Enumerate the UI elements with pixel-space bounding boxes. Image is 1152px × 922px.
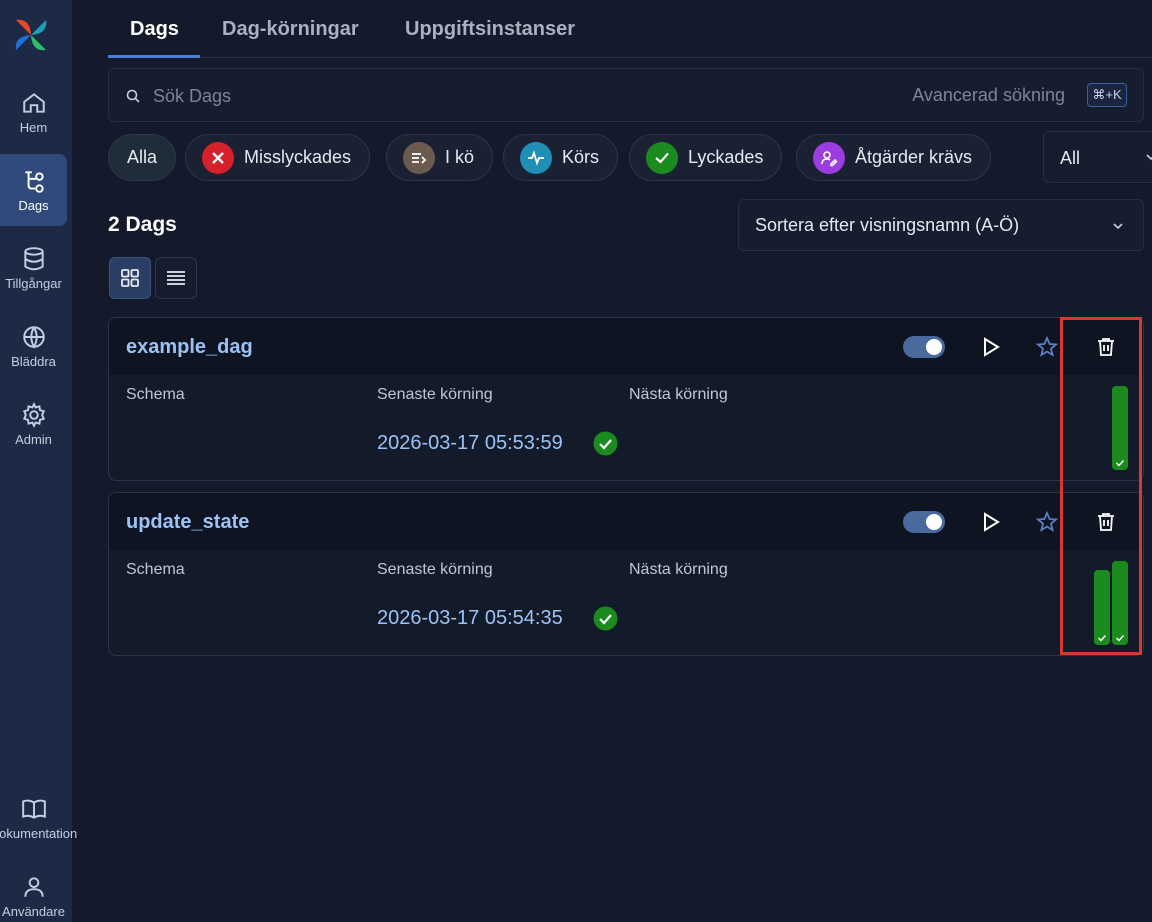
dag-enable-toggle[interactable] bbox=[903, 511, 945, 533]
success-check-icon bbox=[593, 431, 618, 456]
latest-run-label: Senaste körning bbox=[377, 386, 493, 403]
active-tab-indicator bbox=[108, 55, 200, 58]
sidebar-item-docs[interactable]: Dokumentation bbox=[0, 782, 77, 854]
sidebar-item-dags[interactable]: Dags bbox=[0, 154, 67, 226]
filter-label: Körs bbox=[562, 147, 600, 167]
x-icon bbox=[202, 141, 234, 174]
latest-run-link[interactable]: 2026-03-17 05:53:59 bbox=[377, 432, 563, 455]
dag-name-link[interactable]: example_dag bbox=[126, 336, 253, 359]
trash-icon[interactable] bbox=[1094, 510, 1118, 534]
tab-dags[interactable]: Dags bbox=[130, 18, 179, 41]
sort-select[interactable]: Sortera efter visningsnamn (A-Ö) bbox=[738, 199, 1144, 251]
check-icon bbox=[646, 141, 678, 174]
next-run-label: Nästa körning bbox=[629, 386, 728, 403]
trash-icon[interactable] bbox=[1094, 335, 1118, 359]
airflow-logo[interactable] bbox=[8, 12, 54, 58]
dag-card: update_state Schema Senaste körning Näst… bbox=[108, 492, 1144, 656]
user-icon bbox=[23, 876, 44, 897]
filter-label: I kö bbox=[445, 147, 475, 167]
schedule-label: Schema bbox=[126, 561, 185, 578]
check-icon bbox=[1116, 460, 1125, 467]
globe-icon bbox=[22, 325, 45, 349]
list-view-button[interactable] bbox=[155, 257, 197, 299]
home-icon bbox=[22, 92, 45, 113]
sidebar-item-home[interactable]: Hem bbox=[0, 76, 67, 148]
latest-run-link[interactable]: 2026-03-17 05:54:35 bbox=[377, 607, 563, 630]
play-icon[interactable] bbox=[979, 510, 1003, 534]
filter-label: Lyckades bbox=[688, 147, 764, 167]
run-bar[interactable] bbox=[1112, 561, 1128, 645]
filter-action-required[interactable]: Åtgärder krävs bbox=[796, 134, 992, 181]
filter-failed[interactable]: Misslyckades bbox=[185, 134, 371, 181]
star-icon[interactable] bbox=[1035, 510, 1059, 534]
sidebar-item-label: Dokumentation bbox=[0, 825, 78, 841]
latest-run-label: Senaste körning bbox=[377, 561, 493, 578]
sidebar-item-label: Admin bbox=[15, 431, 52, 447]
grid-icon bbox=[121, 269, 139, 287]
sidebar-item-assets[interactable]: Tillgångar bbox=[0, 232, 67, 304]
dag-enable-toggle[interactable] bbox=[903, 336, 945, 358]
filter-all[interactable]: Alla bbox=[108, 134, 177, 181]
chevron-down-icon bbox=[1113, 223, 1123, 230]
filter-label: Åtgärder krävs bbox=[855, 147, 973, 167]
star-icon[interactable] bbox=[1035, 335, 1059, 359]
search-icon bbox=[126, 89, 140, 103]
database-icon bbox=[23, 246, 44, 270]
sidebar-item-label: Dags bbox=[18, 197, 49, 213]
sidebar-item-browse[interactable]: Bläddra bbox=[0, 310, 67, 382]
filter-select[interactable]: All bbox=[1043, 131, 1152, 183]
sidebar-item-label: Användare bbox=[2, 903, 65, 919]
filter-label: Misslyckades bbox=[244, 147, 352, 167]
gear-icon bbox=[22, 401, 45, 428]
filter-label: Alla bbox=[127, 147, 158, 167]
sort-value: Sortera efter visningsnamn (A-Ö) bbox=[755, 215, 1020, 235]
sidebar-item-user[interactable]: Användare bbox=[0, 860, 67, 922]
tab-task-instances[interactable]: Uppgiftsinstanser bbox=[405, 18, 575, 41]
filter-success[interactable]: Lyckades bbox=[629, 134, 783, 181]
sidebar-item-label: Tillgångar bbox=[5, 275, 62, 291]
search-input[interactable] bbox=[153, 81, 753, 111]
shortcut-badge: ⌘+K bbox=[1087, 83, 1127, 107]
filter-select-value: All bbox=[1060, 148, 1081, 168]
check-icon bbox=[1116, 635, 1125, 642]
sidebar: Hem Dags Tillgångar Bläddra Admin Dokume… bbox=[0, 0, 77, 922]
sidebar-item-label: Hem bbox=[19, 119, 48, 135]
queue-icon bbox=[403, 141, 435, 174]
toggle-knob bbox=[926, 339, 942, 355]
dag-name-link[interactable]: update_state bbox=[126, 511, 249, 534]
next-run-label: Nästa körning bbox=[629, 561, 728, 578]
search-bar: Avancerad sökning ⌘+K bbox=[108, 68, 1144, 122]
user-edit-icon bbox=[813, 141, 845, 174]
list-icon bbox=[167, 271, 185, 285]
tab-dag-runs[interactable]: Dag-körningar bbox=[222, 18, 359, 41]
dag-count: 2 Dags bbox=[108, 213, 177, 236]
filter-queued[interactable]: I kö bbox=[386, 134, 494, 181]
check-icon bbox=[1098, 635, 1107, 642]
schedule-label: Schema bbox=[126, 386, 185, 403]
success-check-icon bbox=[593, 606, 618, 631]
pulse-icon bbox=[520, 141, 552, 174]
play-icon[interactable] bbox=[979, 335, 1003, 359]
filter-running[interactable]: Körs bbox=[503, 134, 619, 181]
tab-bar: Dags Dag-körningar Uppgiftsinstanser bbox=[108, 0, 1152, 58]
run-bar[interactable] bbox=[1094, 570, 1110, 645]
chevron-down-icon bbox=[1146, 154, 1152, 161]
book-icon bbox=[21, 799, 46, 819]
run-bar[interactable] bbox=[1112, 386, 1128, 470]
sidebar-item-admin[interactable]: Admin bbox=[0, 388, 67, 460]
toggle-knob bbox=[926, 514, 942, 530]
advanced-search-link[interactable]: Avancerad sökning bbox=[912, 85, 1065, 106]
dag-card: example_dag Schema Senaste körning Nästa… bbox=[108, 317, 1144, 481]
sidebar-item-label: Bläddra bbox=[11, 353, 56, 369]
grid-view-button[interactable] bbox=[109, 257, 151, 299]
dags-icon bbox=[24, 170, 44, 193]
